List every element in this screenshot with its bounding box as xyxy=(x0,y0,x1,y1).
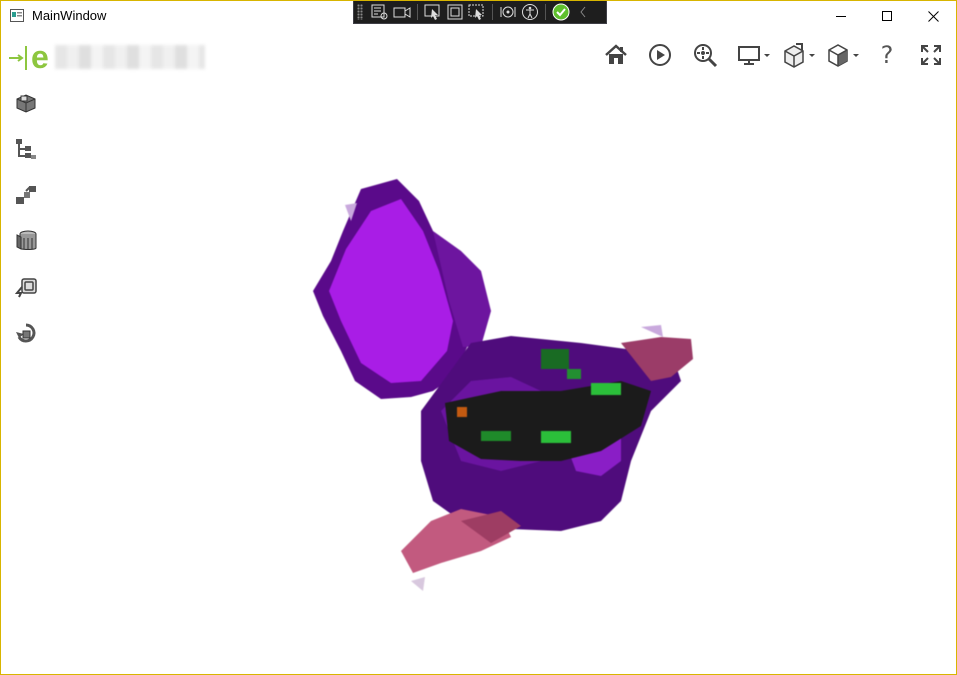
separator xyxy=(417,4,418,20)
track-focus-icon[interactable] xyxy=(466,2,488,22)
close-button[interactable] xyxy=(910,1,956,31)
zoom-fit-icon xyxy=(694,44,718,68)
parts-icon xyxy=(16,94,36,113)
record-icon[interactable] xyxy=(391,2,413,22)
steps-icon xyxy=(16,186,36,204)
binding-ok-icon[interactable] xyxy=(550,2,572,22)
sidebar-item-parts[interactable] xyxy=(11,89,41,117)
separator xyxy=(492,4,493,20)
display-layout-icon[interactable] xyxy=(444,2,466,22)
tree-structure-icon xyxy=(16,139,36,159)
hot-reload-icon[interactable] xyxy=(497,2,519,22)
close-icon xyxy=(927,10,939,22)
3d-viewport[interactable] xyxy=(61,81,941,666)
title-bar[interactable]: MainWindow xyxy=(1,1,956,31)
home-icon xyxy=(605,44,627,64)
sidebar-item-tree[interactable] xyxy=(11,135,41,163)
fullscreen-button[interactable] xyxy=(917,41,945,69)
play-button[interactable] xyxy=(646,41,674,69)
accessibility-icon[interactable] xyxy=(519,2,541,22)
sidebar-item-steps[interactable] xyxy=(11,181,41,209)
reset-icon xyxy=(16,323,36,343)
zoom-fit-button[interactable] xyxy=(691,41,719,69)
view-toolbar: ? xyxy=(1,41,956,71)
window-title: MainWindow xyxy=(32,8,107,23)
app-icon xyxy=(10,9,24,22)
maximize-button[interactable] xyxy=(864,1,910,31)
view-orientation-icon xyxy=(784,43,815,68)
main-window: MainWindow e ? xyxy=(0,0,957,675)
minimize-button[interactable] xyxy=(818,1,864,31)
collapse-icon[interactable] xyxy=(572,2,594,22)
render-style-button[interactable] xyxy=(824,41,862,69)
sidebar-item-layers[interactable] xyxy=(11,227,41,255)
debug-toolbar xyxy=(353,1,607,24)
camera-icon xyxy=(14,278,37,298)
sidebar-item-reset[interactable] xyxy=(11,319,41,347)
display-mode-button[interactable] xyxy=(736,41,774,69)
toolbar-grip-icon[interactable] xyxy=(357,4,363,20)
display-mode-icon xyxy=(738,46,770,65)
view-orientation-button[interactable] xyxy=(780,41,818,69)
home-button[interactable] xyxy=(602,41,630,69)
help-button[interactable]: ? xyxy=(874,41,900,69)
separator xyxy=(545,4,546,20)
pixelated-3d-model[interactable] xyxy=(61,81,941,666)
maximize-icon xyxy=(881,10,892,21)
help-icon: ? xyxy=(880,41,894,69)
select-element-icon[interactable] xyxy=(369,2,391,22)
play-icon xyxy=(649,44,671,66)
select-pointer-icon[interactable] xyxy=(422,2,444,22)
minimize-icon xyxy=(835,15,846,17)
render-style-icon xyxy=(828,44,859,67)
layers-icon xyxy=(16,230,37,250)
sidebar-item-camera[interactable] xyxy=(11,273,41,301)
fullscreen-icon xyxy=(921,45,941,65)
